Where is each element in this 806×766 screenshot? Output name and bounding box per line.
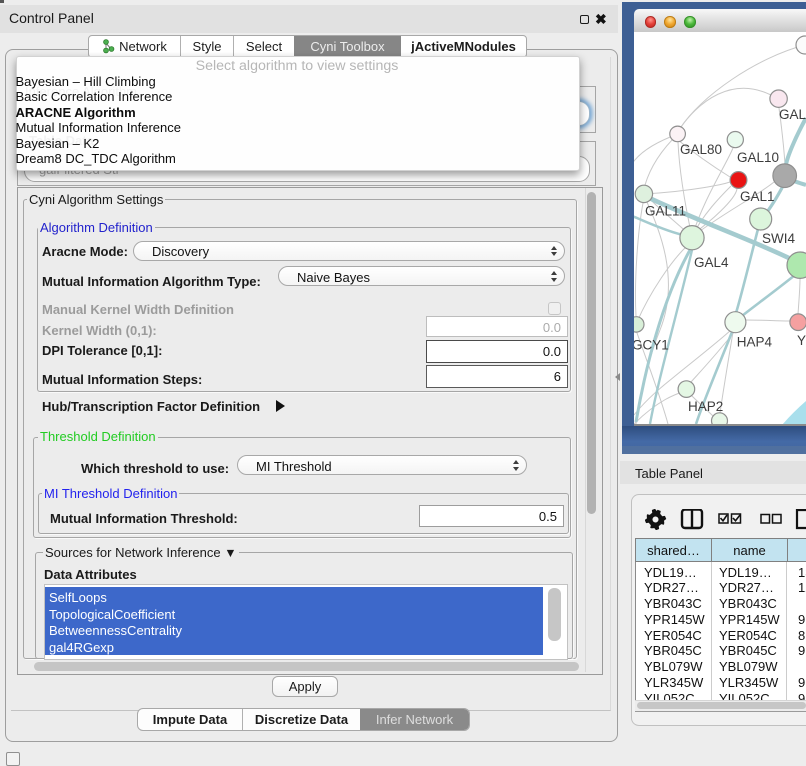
svg-text:HAP4: HAP4 [737, 335, 773, 350]
svg-text:GAL: GAL [779, 107, 806, 122]
svg-text:GAL10: GAL10 [737, 150, 779, 165]
svg-text:SWI4: SWI4 [762, 231, 795, 246]
svg-text:GAL11: GAL11 [645, 204, 686, 219]
svg-text:GAL80: GAL80 [680, 142, 722, 157]
svg-text:HAP2: HAP2 [688, 399, 723, 414]
svg-text:GCY1: GCY1 [634, 338, 669, 353]
svg-text:GAL1: GAL1 [740, 189, 775, 204]
svg-text:Y: Y [797, 333, 806, 348]
svg-text:GAL4: GAL4 [694, 255, 729, 270]
